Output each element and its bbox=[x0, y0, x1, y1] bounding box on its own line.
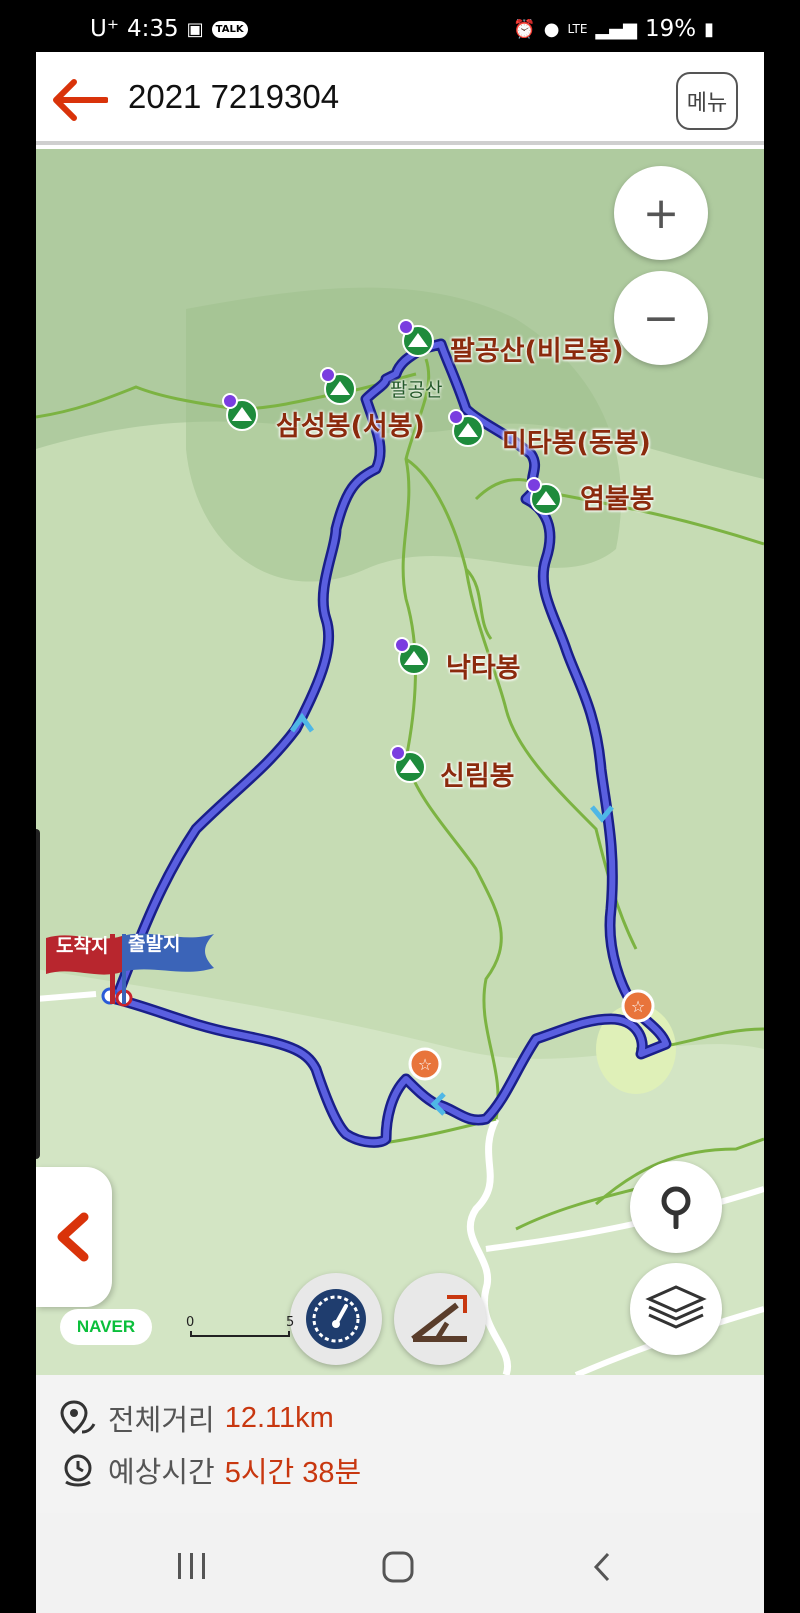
gallery-icon: ▣ bbox=[186, 18, 204, 40]
zoom-in-button[interactable]: + bbox=[614, 166, 708, 260]
peak-label-mita: 미타봉(동봉) bbox=[502, 428, 651, 459]
map-view[interactable]: ☆ ☆ 팔공산(비로봉) 삼성봉(서봉) 미타봉(동봉) 염불봉 낙타봉 신림봉… bbox=[36, 149, 764, 1375]
alarm-icon: ⏰ bbox=[513, 18, 536, 40]
mountain-peak-icon[interactable] bbox=[448, 409, 484, 449]
layers-icon bbox=[645, 1285, 707, 1329]
peak-label-yeombul: 염불봉 bbox=[580, 484, 655, 515]
distance-label: 전체거리 bbox=[108, 1403, 215, 1437]
naver-logo: NAVER bbox=[60, 1309, 152, 1345]
end-flag-label: 도착지 bbox=[56, 935, 109, 957]
location-pin-icon bbox=[661, 1186, 691, 1229]
clock-icon bbox=[64, 1454, 92, 1487]
mountain-peak-icon[interactable] bbox=[394, 637, 430, 677]
clock: 4:35 bbox=[126, 16, 179, 42]
peak-label-sinrim: 신림봉 bbox=[440, 761, 515, 792]
plus-icon: + bbox=[642, 187, 680, 239]
time-label: 예상시간 bbox=[108, 1455, 215, 1489]
my-location-button[interactable] bbox=[630, 1161, 722, 1253]
signal-icon: ▂▄▆ bbox=[595, 18, 637, 40]
app-frame: U⁺ 4:35 ▣ TALK ⏰ ● LTE ▂▄▆ 19% ▮ 2021 72… bbox=[36, 0, 764, 1613]
kakaotalk-icon: TALK bbox=[211, 20, 248, 38]
scale-line bbox=[190, 1331, 290, 1337]
mountain-peak-icon[interactable] bbox=[390, 745, 426, 785]
svg-text:☆: ☆ bbox=[418, 1055, 432, 1074]
page-title: 2021 7219304 bbox=[128, 78, 340, 115]
start-flag-label: 출발지 bbox=[128, 933, 181, 955]
chevron-left-icon bbox=[57, 1212, 89, 1262]
poi-star-icon: ☆ bbox=[408, 1047, 442, 1081]
back-arrow-icon[interactable] bbox=[52, 78, 108, 122]
edge-handle[interactable] bbox=[36, 829, 40, 1159]
mountain-peak-icon[interactable] bbox=[526, 477, 562, 517]
recent-apps-icon[interactable] bbox=[176, 1551, 208, 1581]
speedometer-icon bbox=[306, 1289, 366, 1349]
route-summary: 전체거리 12.11km 예상시간 5시간 38분 bbox=[36, 1375, 764, 1513]
poi-star-icon: ☆ bbox=[621, 989, 655, 1023]
scale-end-label: 5 bbox=[286, 1315, 295, 1330]
minus-icon: − bbox=[642, 292, 680, 344]
carrier-label: U⁺ bbox=[90, 16, 119, 42]
location-icon: ● bbox=[543, 18, 560, 40]
scale-start-label: 0 bbox=[186, 1315, 195, 1330]
peak-label-samseong: 삼성봉(서봉) bbox=[276, 411, 425, 442]
menu-button[interactable]: 메뉴 bbox=[676, 72, 738, 130]
system-nav-bar bbox=[36, 1513, 764, 1613]
distance-value: 12.11km bbox=[224, 1401, 334, 1434]
elevation-profile-button[interactable] bbox=[394, 1273, 486, 1365]
back-nav-icon[interactable] bbox=[590, 1551, 614, 1583]
home-icon[interactable] bbox=[381, 1550, 415, 1584]
slope-icon bbox=[411, 1295, 467, 1342]
zoom-out-button[interactable]: − bbox=[614, 271, 708, 365]
route-pin-icon bbox=[60, 1400, 96, 1434]
svg-text:☆: ☆ bbox=[631, 997, 645, 1016]
time-row: 예상시간 5시간 38분 bbox=[58, 1449, 361, 1491]
battery-icon: ▮ bbox=[704, 18, 714, 40]
app-header: 2021 7219304 메뉴 bbox=[36, 52, 764, 145]
peak-label-biro: 팔공산(비로봉) bbox=[450, 336, 624, 367]
battery-percent: 19% bbox=[644, 16, 697, 42]
mountain-peak-icon[interactable] bbox=[222, 393, 258, 433]
distance-row: 전체거리 12.11km bbox=[58, 1397, 334, 1439]
mountain-peak-icon[interactable] bbox=[320, 367, 356, 407]
time-value: 5시간 38분 bbox=[224, 1457, 362, 1489]
peak-label-nakta: 낙타봉 bbox=[446, 653, 521, 684]
area-label: 팔공산 bbox=[390, 379, 443, 401]
layers-button[interactable] bbox=[630, 1263, 722, 1355]
network-type: LTE bbox=[567, 22, 588, 36]
side-panel-toggle[interactable] bbox=[36, 1167, 112, 1307]
status-bar: U⁺ 4:35 ▣ TALK ⏰ ● LTE ▂▄▆ 19% ▮ bbox=[36, 0, 764, 52]
mountain-peak-icon[interactable] bbox=[398, 319, 434, 359]
speedometer-button[interactable] bbox=[290, 1273, 382, 1365]
scale-bar: 0 5 bbox=[186, 1315, 296, 1339]
